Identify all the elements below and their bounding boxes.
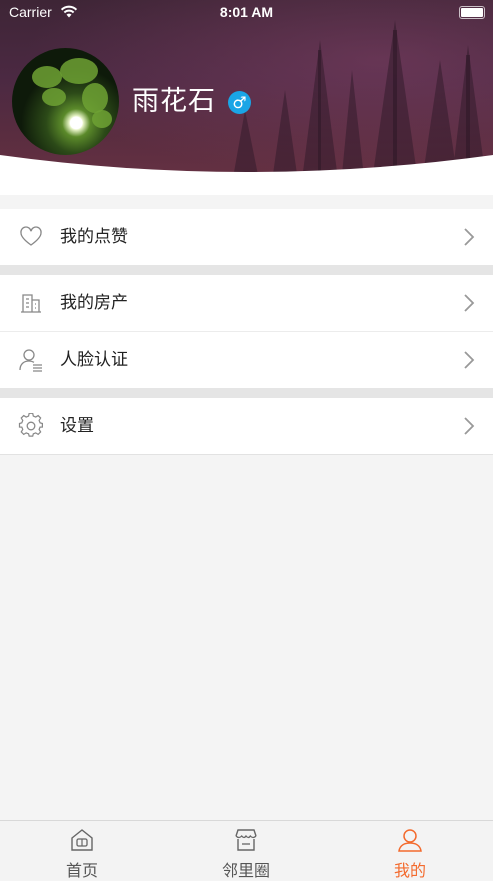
gear-icon xyxy=(18,413,43,437)
chevron-right-icon xyxy=(464,294,475,312)
chevron-right-icon xyxy=(464,351,475,369)
tab-label: 邻里圈 xyxy=(221,861,270,880)
menu-group-settings: 设置 xyxy=(0,398,493,455)
menu-item-label: 我的房产 xyxy=(60,293,128,313)
avatar[interactable] xyxy=(12,48,119,155)
tab-label: 我的 xyxy=(393,861,426,880)
clock-text: 8:01 AM xyxy=(219,4,274,20)
menu-group-likes: 我的点赞 xyxy=(0,209,493,265)
male-gender-icon: ♂ xyxy=(228,91,251,114)
group-separator xyxy=(0,388,493,398)
tab-neighborhood[interactable]: 邻里圈 xyxy=(164,821,328,880)
menu-item-my-likes[interactable]: 我的点赞 xyxy=(0,209,493,265)
building-icon xyxy=(21,294,41,313)
tab-mine[interactable]: 我的 xyxy=(328,821,492,880)
header-curve xyxy=(0,155,493,195)
bottom-tab-bar: 首页 邻里圈 我的 xyxy=(0,820,493,880)
menu-item-my-property[interactable]: 我的房产 xyxy=(0,275,493,332)
chevron-right-icon xyxy=(464,417,475,435)
menu-item-face-verification[interactable]: 人脸认证 xyxy=(0,332,493,388)
heart-icon xyxy=(20,226,42,246)
shop-icon xyxy=(235,829,257,851)
menu-group-property: 我的房产 人脸认证 xyxy=(0,275,493,388)
status-bar: Carrier 8:01 AM xyxy=(0,0,493,24)
home-icon xyxy=(71,829,93,851)
chevron-right-icon xyxy=(464,228,475,246)
group-separator xyxy=(0,265,493,275)
menu-item-label: 我的点赞 xyxy=(60,227,128,247)
menu-item-label: 人脸认证 xyxy=(60,350,128,370)
tab-home[interactable]: 首页 xyxy=(0,821,164,880)
person-id-icon xyxy=(19,349,42,372)
menu-item-settings[interactable]: 设置 xyxy=(0,398,493,454)
battery-icon xyxy=(459,6,485,19)
user-icon xyxy=(398,829,422,852)
profile-header: Carrier 8:01 AM 雨花石 ♂ xyxy=(0,0,493,195)
username: 雨花石 xyxy=(132,86,216,117)
tab-label: 首页 xyxy=(65,861,98,880)
menu-item-label: 设置 xyxy=(60,416,94,436)
